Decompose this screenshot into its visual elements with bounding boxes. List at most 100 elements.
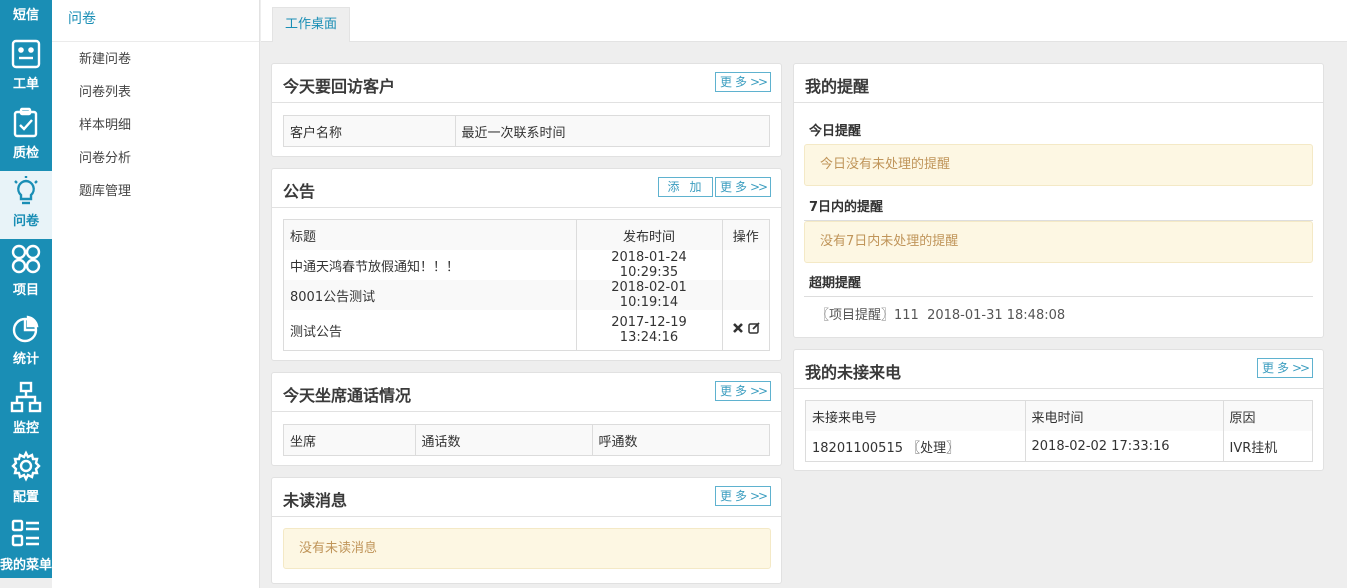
callback-panel: 今天要回访客户 更多>> 客户名称 最近一次联系时间 xyxy=(271,63,782,157)
table-row[interactable]: 测试公告 2017-12-19 13:24:16 xyxy=(284,310,769,350)
overdue-reminder-item[interactable]: 〖项目提醒〗111 2018-01-31 18:48:08 xyxy=(816,304,1065,323)
unread-messages-panel: 未读消息 更多>> 没有未读消息 xyxy=(271,477,782,584)
column-header: 原因 xyxy=(1223,401,1312,431)
panel-title: 公告 xyxy=(283,182,316,201)
announcement-table: 标题 发布时间 操作 中通天鸿春节放假通知！！！ 2018-01-24 10:2… xyxy=(283,219,770,351)
tab-workbench[interactable]: 工作桌面 xyxy=(272,7,351,42)
more-label: 更多 xyxy=(719,489,750,503)
table-header-row: 客户名称 最近一次联系时间 xyxy=(284,116,769,146)
more-button[interactable]: 更多>> xyxy=(715,72,771,92)
column-header: 标题 xyxy=(284,220,577,250)
table-row[interactable]: 8001公告测试 2018-02-01 10:19:14 xyxy=(284,280,769,310)
empty-notice: 没有未读消息 xyxy=(283,528,771,569)
more-button[interactable]: 更多>> xyxy=(715,381,771,401)
rail-label: 质检 xyxy=(12,146,39,161)
panel-title: 未读消息 xyxy=(283,491,348,510)
double-chevron-right-icon: >> xyxy=(749,489,768,503)
submenu-item-question-bank[interactable]: 题库管理 xyxy=(52,175,259,208)
panel-title: 我的提醒 xyxy=(805,77,870,96)
rail-item-ticket[interactable]: 工单 xyxy=(0,34,52,102)
column-header: 最近一次联系时间 xyxy=(455,116,769,146)
double-chevron-right-icon: >> xyxy=(749,180,768,194)
edit-icon[interactable] xyxy=(748,322,760,334)
column-header: 通话数 xyxy=(415,425,593,455)
lightbulb-icon xyxy=(10,175,42,207)
column-header: 未接来电号 xyxy=(806,401,1026,431)
announcement-panel: 公告 添加 更多>> 标题 发布时间 操作 中通天鸿春节放假通知！！！ 2018… xyxy=(271,168,782,361)
callback-table: 客户名称 最近一次联系时间 xyxy=(283,115,770,147)
menu-list-icon xyxy=(10,517,42,549)
rail-label: 我的菜单 xyxy=(0,558,53,573)
more-label: 更多 xyxy=(719,180,750,194)
rail-item-monitor[interactable]: 监控 xyxy=(0,378,52,446)
submenu-item-sample-detail[interactable]: 样本明细 xyxy=(52,109,259,142)
divider xyxy=(804,296,1313,297)
more-label: 更多 xyxy=(719,75,750,89)
announcement-title[interactable]: 测试公告 xyxy=(284,310,577,350)
column-header: 操作 xyxy=(722,220,769,250)
pie-chart-icon xyxy=(10,313,42,345)
missed-calls-table: 未接来电号 来电时间 原因 18201100515 〖处理〗 2018-02-0… xyxy=(805,400,1313,462)
panel-title: 我的未接来电 xyxy=(805,363,902,382)
rail-item-quality[interactable]: 质检 xyxy=(0,103,52,171)
overdue-reminder-heading: 超期提醒 xyxy=(809,276,862,291)
action-cell xyxy=(722,310,769,350)
more-button[interactable]: 更多>> xyxy=(715,177,771,197)
table-row[interactable]: 18201100515 〖处理〗 2018-02-02 17:33:16 IVR… xyxy=(806,431,1312,461)
survey-submenu: 问卷 新建问卷 问卷列表 样本明细 问卷分析 题库管理 xyxy=(52,0,260,588)
today-empty-notice: 今日没有未处理的提醒 xyxy=(804,144,1313,186)
action-cell xyxy=(722,250,769,280)
more-label: 更多 xyxy=(719,384,750,398)
table-row[interactable]: 中通天鸿春节放假通知！！！ 2018-01-24 10:29:35 xyxy=(284,250,769,280)
more-button[interactable]: 更多>> xyxy=(715,486,771,506)
submenu-item-survey-analysis[interactable]: 问卷分析 xyxy=(52,142,259,175)
double-chevron-right-icon: >> xyxy=(1291,361,1310,375)
missed-call-time: 2018-02-02 17:33:16 xyxy=(1025,431,1224,461)
rail-item-sms[interactable]: 短信 xyxy=(0,0,52,30)
gear-icon xyxy=(10,450,42,482)
grid-icon xyxy=(10,243,42,275)
agent-calls-table: 坐席 通话数 呼通数 xyxy=(283,424,770,456)
announcement-time: 2018-01-24 10:29:35 xyxy=(576,250,723,280)
more-button[interactable]: 更多>> xyxy=(1257,358,1313,378)
column-header: 客户名称 xyxy=(284,116,456,146)
rail-label: 短信 xyxy=(12,8,39,23)
rail-item-config[interactable]: 配置 xyxy=(0,447,52,515)
double-chevron-right-icon: >> xyxy=(749,384,768,398)
add-button[interactable]: 添加 xyxy=(658,177,713,197)
double-chevron-right-icon: >> xyxy=(749,75,768,89)
missed-call-number[interactable]: 18201100515 〖处理〗 xyxy=(806,431,1026,461)
tab-bar: 工作桌面 xyxy=(261,0,1347,42)
agent-calls-panel: 今天坐席通话情况 更多>> 坐席 通话数 呼通数 xyxy=(271,372,782,466)
rail-item-survey[interactable]: 问卷 xyxy=(0,171,52,239)
reminders-panel: 我的提醒 今日提醒 今日没有未处理的提醒 7日内的提醒 没有7日内未处理的提醒 … xyxy=(793,63,1324,338)
missed-calls-panel: 我的未接来电 更多>> 未接来电号 来电时间 原因 18201100515 〖处… xyxy=(793,349,1324,471)
column-header: 发布时间 xyxy=(576,220,723,250)
rail-label: 问卷 xyxy=(12,214,39,229)
announcement-time: 2018-02-01 10:19:14 xyxy=(576,280,723,310)
column-header: 呼通数 xyxy=(592,425,769,455)
rail-label: 项目 xyxy=(12,283,39,298)
submenu-item-new-survey[interactable]: 新建问卷 xyxy=(52,43,259,76)
ticket-icon xyxy=(10,38,42,70)
panel-title: 今天要回访客户 xyxy=(283,77,396,96)
more-label: 更多 xyxy=(1261,361,1292,375)
delete-icon[interactable] xyxy=(732,322,744,334)
rail-label: 监控 xyxy=(12,421,39,436)
rail-item-stats[interactable]: 统计 xyxy=(0,309,52,377)
announcement-time: 2017-12-19 13:24:16 xyxy=(576,310,723,350)
rail-label: 统计 xyxy=(12,352,39,367)
column-header: 坐席 xyxy=(284,425,416,455)
rail-label: 配置 xyxy=(12,490,39,505)
rail-item-project[interactable]: 项目 xyxy=(0,240,52,308)
table-header-row: 标题 发布时间 操作 xyxy=(284,220,769,250)
clipboard-check-icon xyxy=(10,107,42,139)
submenu-item-survey-list[interactable]: 问卷列表 xyxy=(52,76,259,109)
table-header-row: 坐席 通话数 呼通数 xyxy=(284,425,769,455)
announcement-title[interactable]: 8001公告测试 xyxy=(284,280,577,310)
rail-label: 工单 xyxy=(12,77,39,92)
week-empty-notice: 没有7日内未处理的提醒 xyxy=(804,221,1313,263)
missed-call-reason: IVR挂机 xyxy=(1229,440,1278,456)
announcement-title[interactable]: 中通天鸿春节放假通知！！！ xyxy=(284,250,577,280)
rail-item-my-menu[interactable]: 我的菜单 xyxy=(0,515,52,578)
